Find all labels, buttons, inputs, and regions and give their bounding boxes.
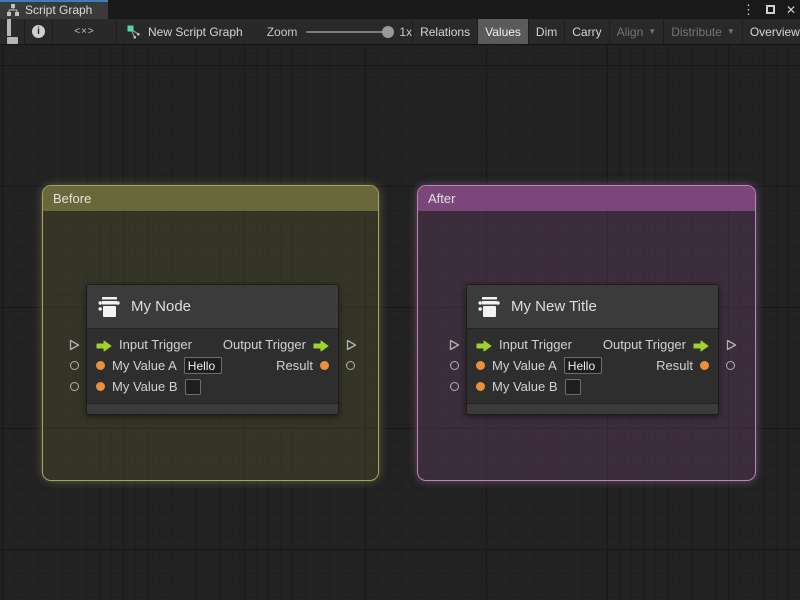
input-trigger-label: Input Trigger [499,337,572,352]
input-trigger-port-icon[interactable] [96,339,112,351]
value-a-input[interactable] [563,357,602,374]
value-a-outer-port[interactable] [450,361,459,370]
graph-breadcrumb[interactable]: New Script Graph [117,19,253,44]
result-outer-port[interactable] [726,361,735,370]
node-my-node[interactable]: My Node Input Trigger Output Trigger My … [69,284,357,415]
value-b-port-icon[interactable] [96,382,105,391]
close-icon[interactable]: ✕ [786,4,796,16]
group-title: Before [53,191,92,206]
value-b-input[interactable] [564,378,581,395]
toolbar-toggles: Relations Values Dim Carry Align ▼ Distr… [412,19,800,44]
value-b-outer-port[interactable] [70,382,79,391]
align-dropdown[interactable]: Align ▼ [608,19,664,44]
zoom-control: Zoom 1x [267,19,412,44]
value-b-input[interactable] [184,378,201,395]
port-row-value-b: My Value B [467,376,718,397]
window-tab-bar: Script Graph ⋮ ✕ [0,0,800,19]
result-port-icon[interactable] [320,361,329,370]
group-after[interactable]: After My New Title Input Trigger Output … [417,185,756,481]
node-header[interactable]: My Node [87,285,338,329]
info-button[interactable]: i [25,19,53,44]
graph-canvas[interactable]: Before My Node Input Trigger Output Trig… [0,45,800,600]
output-trigger-label: Output Trigger [222,337,306,352]
result-label: Result [656,358,693,373]
code-view-button[interactable]: <×> [53,19,117,44]
node-header[interactable]: My New Title [467,285,718,329]
node-body-panel[interactable]: My New Title Input Trigger Output Trigge… [466,284,719,415]
zoom-slider-handle[interactable] [382,25,395,38]
result-label: Result [276,358,313,373]
node-my-new-title[interactable]: My New Title Input Trigger Output Trigge… [449,284,737,415]
zoom-label: Zoom [266,24,298,39]
overview-button[interactable]: Overview [741,19,800,44]
node-title: My Node [131,298,192,315]
value-a-input[interactable] [183,357,222,374]
distribute-dropdown[interactable]: Distribute ▼ [663,19,742,44]
port-row-trigger: Input Trigger Output Trigger [87,334,338,355]
input-trigger-label: Input Trigger [119,337,192,352]
chevron-down-icon: ▼ [726,27,735,36]
maximize-icon[interactable] [765,5,775,14]
value-b-port-icon[interactable] [476,382,485,391]
graph-hierarchy-icon [7,3,19,16]
tab-script-graph[interactable]: Script Graph [0,0,109,19]
value-a-port-icon[interactable] [476,361,485,370]
tab-title: Script Graph [25,2,93,17]
node-title: My New Title [511,298,597,315]
node-ports: Input Trigger Output Trigger My Value A … [467,329,718,403]
script-graph-icon [127,25,140,38]
graph-toolbar: i <×> New Script Graph Zoom 1x Relations… [0,19,800,45]
output-trigger-port-icon[interactable] [693,339,709,351]
node-body-panel[interactable]: My Node Input Trigger Output Trigger My … [86,284,339,415]
value-b-outer-port[interactable] [450,382,459,391]
code-icon: <×> [74,26,95,37]
input-trigger-outer-port[interactable] [68,338,80,351]
lock-icon [6,19,18,44]
group-before-header[interactable]: Before [43,186,378,211]
node-footer [467,403,718,414]
value-b-label: My Value B [112,379,178,394]
lock-button[interactable] [0,19,25,44]
output-trigger-label: Output Trigger [602,337,686,352]
zoom-value: 1x [399,24,413,39]
info-icon: i [32,25,45,38]
port-row-value-b: My Value B [87,376,338,397]
output-trigger-port-icon[interactable] [313,339,329,351]
unit-icon [477,295,501,319]
group-title: After [428,191,456,206]
value-a-label: My Value A [112,358,177,373]
result-port-icon[interactable] [700,361,709,370]
port-row-trigger: Input Trigger Output Trigger [467,334,718,355]
value-b-label: My Value B [492,379,558,394]
relations-button[interactable]: Relations [412,19,477,44]
graph-name: New Script Graph [148,24,243,39]
zoom-slider[interactable] [306,25,395,38]
chevron-down-icon: ▼ [648,27,657,36]
output-trigger-outer-port[interactable] [345,338,357,351]
dim-button[interactable]: Dim [527,19,564,44]
value-a-port-icon[interactable] [96,361,105,370]
port-row-value-a: My Value A Result [87,355,338,376]
group-before[interactable]: Before My Node Input Trigger Output Trig… [42,185,379,481]
node-footer [87,403,338,414]
group-after-header[interactable]: After [418,186,755,211]
values-button[interactable]: Values [477,19,528,44]
input-trigger-outer-port[interactable] [448,338,460,351]
unit-icon [97,295,121,319]
window-controls: ⋮ ✕ [742,0,796,19]
window-menu-icon[interactable]: ⋮ [742,3,755,16]
input-trigger-port-icon[interactable] [476,339,492,351]
result-outer-port[interactable] [346,361,355,370]
value-a-outer-port[interactable] [70,361,79,370]
carry-button[interactable]: Carry [564,19,608,44]
output-trigger-outer-port[interactable] [725,338,737,351]
node-ports: Input Trigger Output Trigger My Value A … [87,329,338,403]
port-row-value-a: My Value A Result [467,355,718,376]
value-a-label: My Value A [492,358,557,373]
